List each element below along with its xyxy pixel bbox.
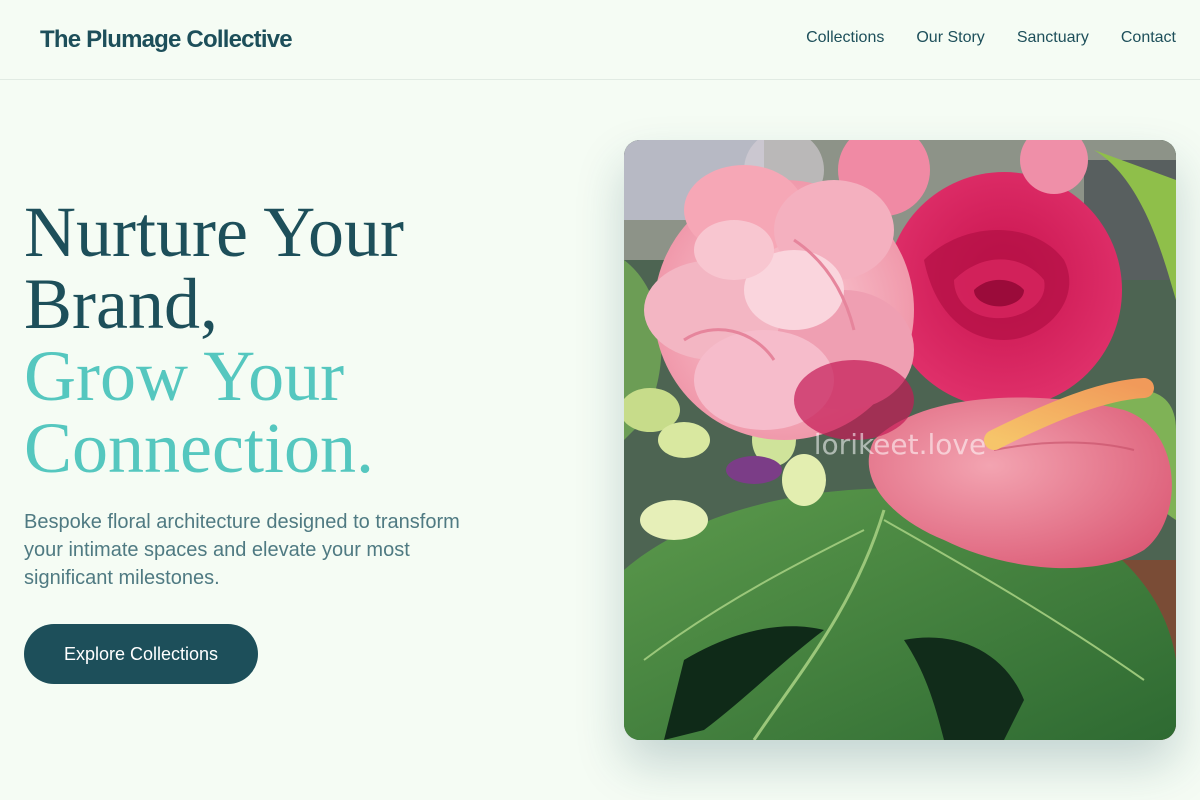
main-nav: Collections Our Story Sanctuary Contact [806, 29, 1176, 47]
nav-link-our-story[interactable]: Our Story [916, 29, 984, 47]
hero-image: lorikeet.love [624, 140, 1176, 740]
nav-link-contact[interactable]: Contact [1121, 29, 1176, 47]
hero-accent-line-1: Grow Your [24, 336, 345, 416]
site-header: The Plumage Collective Collections Our S… [0, 0, 1200, 80]
hero-title-line-1: Nurture Your [24, 192, 405, 272]
brand-logo[interactable]: The Plumage Collective [40, 26, 293, 54]
hero-title: Nurture Your Brand, Grow Your Connection… [24, 196, 404, 484]
image-watermark: lorikeet.love [813, 428, 987, 461]
nav-link-collections[interactable]: Collections [806, 29, 884, 47]
hero-title-line-2: Brand, [24, 264, 218, 344]
hero-accent-line-2: Connection. [24, 408, 374, 488]
nav-link-sanctuary[interactable]: Sanctuary [1017, 29, 1089, 47]
hero-subtitle: Bespoke floral architecture designed to … [24, 511, 460, 589]
explore-collections-button[interactable]: Explore Collections [24, 624, 258, 684]
